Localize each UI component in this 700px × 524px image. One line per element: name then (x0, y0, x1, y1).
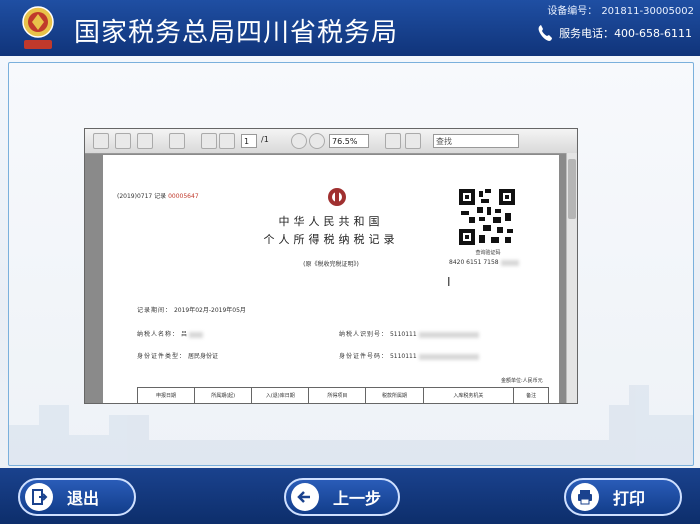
device-number: 设备编号： 201811-30005002 (543, 2, 694, 17)
taxpayer-id-label: 纳税人识别号： (339, 331, 389, 338)
back-label: 上一步 (333, 489, 382, 508)
action-bar: 退出 上一步 打印 (0, 468, 700, 524)
taxpayer-name: 纳税人名称： 吕 (137, 329, 203, 338)
id-number: 身份证件号码： 5110111 (339, 351, 479, 360)
period-label: 记录期间： (137, 307, 173, 314)
pdf-page: (2019)0717 记录 00005647 中华人民共和国 个人所得税纳税记录… (103, 155, 559, 403)
tax-logo-icon (328, 188, 346, 206)
pdf-viewer[interactable]: 1 /1 76.5% 查找 (2019)0717 记录 00005647 中华人… (84, 128, 578, 404)
record-no: 00005647 (168, 193, 199, 200)
qr-code-icon (459, 189, 515, 245)
table-header-cell: 所属期(起) (195, 388, 253, 403)
agency-title: 国家税务总局四川省税务局 (74, 18, 399, 48)
record-number: (2019)0717 记录 00005647 (117, 191, 199, 200)
exit-button[interactable]: 退出 (18, 478, 136, 516)
table-header-cell: 税款所属期 (366, 388, 424, 403)
name-value: 吕 (180, 331, 187, 338)
page-total: /1 (261, 135, 269, 144)
table-header-cell: 入(退)库日期 (252, 388, 310, 403)
fit-page-icon[interactable] (385, 133, 401, 149)
text-cursor-icon: I (447, 275, 451, 289)
print-button[interactable]: 打印 (564, 478, 682, 516)
unit-note: 金额单位:人民币元 (501, 378, 543, 384)
scrollbar-thumb[interactable] (568, 159, 576, 219)
name-label: 纳税人名称： (137, 331, 180, 338)
page-up-icon[interactable] (201, 133, 217, 149)
device-label: 设备编号： (547, 6, 598, 17)
arrow-left-icon (291, 483, 319, 511)
verification-code: 8420 6151 7158 (449, 259, 519, 266)
id-type: 身份证件类型： 居民身份证 (137, 351, 218, 360)
redacted-block (418, 353, 479, 360)
tax-emblem-icon (22, 6, 54, 49)
hand-tool-icon[interactable] (169, 133, 185, 149)
service-phone: 服务电话： 400-658-6111 (537, 24, 692, 42)
save-icon[interactable] (115, 133, 131, 149)
pdf-toolbar: 1 /1 76.5% 查找 (85, 129, 577, 154)
page-input[interactable]: 1 (241, 134, 257, 148)
table-header-cell: 入库税务机关 (424, 388, 515, 403)
record-prefix: (2019)0717 (117, 193, 153, 200)
phone-value: 400-658-6111 (614, 26, 692, 40)
verification-code-value: 8420 6151 7158 (449, 259, 499, 266)
qr-caption: 查询验证码 (475, 250, 501, 256)
exit-icon (25, 483, 53, 511)
printer-icon (571, 483, 599, 511)
id-number-value: 5110111 (389, 353, 417, 360)
id-type-value: 居民身份证 (187, 353, 218, 360)
print-label: 打印 (613, 489, 646, 508)
zoom-select[interactable]: 76.5% (329, 134, 369, 148)
find-input[interactable]: 查找 (433, 134, 519, 148)
record-label: 记录 (154, 193, 167, 200)
table-header-cell: 所得项目 (309, 388, 367, 403)
taxpayer-id: 纳税人识别号： 5110111 (339, 329, 479, 338)
redacted-block (500, 259, 519, 266)
zoom-out-icon[interactable] (291, 133, 307, 149)
zoom-in-icon[interactable] (309, 133, 325, 149)
id-type-label: 身份证件类型： (137, 353, 187, 360)
share-icon[interactable] (137, 133, 153, 149)
taxpayer-id-value: 5110111 (389, 331, 417, 338)
phone-icon (538, 25, 553, 41)
vertical-scrollbar[interactable] (566, 153, 577, 403)
redacted-block (418, 331, 479, 338)
back-button[interactable]: 上一步 (284, 478, 400, 516)
period-value: 2019年02月-2019年05月 (173, 307, 246, 314)
record-period: 记录期间： 2019年02月-2019年05月 (137, 305, 246, 314)
table-header-cell: 备注 (526, 393, 537, 399)
main-area: 1 /1 76.5% 查找 (2019)0717 记录 00005647 中华人… (0, 56, 700, 468)
table-header-cell: 申报日期 (138, 388, 196, 403)
id-number-label: 身份证件号码： (339, 353, 389, 360)
phone-label: 服务电话： (559, 27, 615, 40)
exit-label: 退出 (67, 489, 100, 508)
tax-record-table-header: 申报日期 所属期(起) 入(退)库日期 所得项目 税款所属期 入库税务机关 备注 (137, 387, 549, 403)
fit-width-icon[interactable] (405, 133, 421, 149)
page-down-icon[interactable] (219, 133, 235, 149)
app-header: 国家税务总局四川省税务局 设备编号： 201811-30005002 服务电话： … (0, 0, 700, 56)
device-value: 201811-30005002 (601, 6, 694, 17)
redacted-block (188, 331, 203, 338)
print-icon[interactable] (93, 133, 109, 149)
